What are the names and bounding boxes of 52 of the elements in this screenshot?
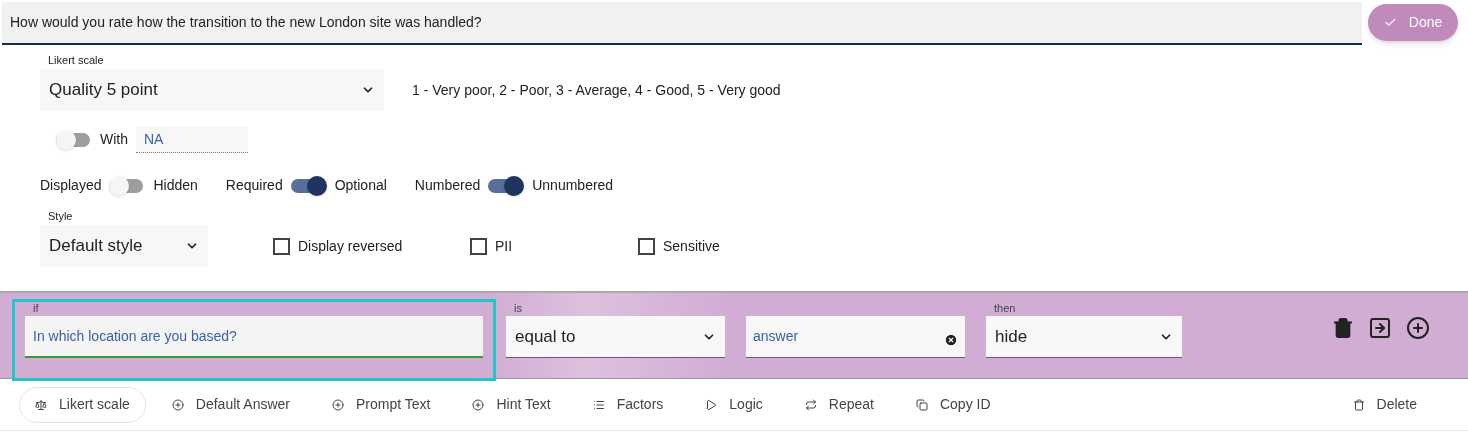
question-field[interactable]: How would you rate how the transition to the new London site was handled? <box>2 2 1362 45</box>
field-label: is <box>514 302 523 314</box>
toolbar-button[interactable]: Repeat <box>788 386 890 423</box>
toolbar-button[interactable]: Copy ID <box>899 386 1007 423</box>
clear-icon[interactable] <box>944 332 958 347</box>
add-icon[interactable] <box>1406 316 1430 340</box>
toolbar-button[interactable]: Logic <box>689 386 779 423</box>
checkbox[interactable] <box>273 237 290 255</box>
repeat-icon <box>804 398 817 411</box>
toolbar-button[interactable]: Hint Text <box>456 386 567 423</box>
action-select[interactable]: hide <box>986 316 1182 358</box>
field-label: then <box>994 302 1017 314</box>
plus-circle-icon <box>472 398 485 411</box>
plus-circle-icon <box>171 398 184 411</box>
na-input[interactable]: NA <box>136 126 248 153</box>
toggle-label: Displayed <box>40 176 102 195</box>
likert-select[interactable]: Quality 5 point <box>40 69 384 111</box>
checkbox-label: PII <box>495 236 513 256</box>
checkbox-label: Sensitive <box>663 236 720 256</box>
scale-icon <box>35 398 47 411</box>
plus-circle-icon <box>332 398 344 411</box>
toolbar-button[interactable]: Factors <box>576 386 680 423</box>
toggle-label: Hidden <box>153 176 198 195</box>
answer-input[interactable]: answer <box>746 316 965 358</box>
field-label: Style <box>48 210 74 223</box>
toggle-label: Numbered <box>414 176 481 195</box>
checkbox[interactable] <box>638 237 655 255</box>
check-icon <box>1383 16 1397 29</box>
operator-select[interactable]: equal to <box>506 316 725 358</box>
toggle-label: Required <box>225 176 283 195</box>
toggle-label: With <box>100 130 128 149</box>
copy-icon[interactable] <box>1368 316 1392 340</box>
style-select[interactable]: Default style <box>40 225 208 267</box>
checkbox[interactable] <box>470 237 487 255</box>
toggle-label: Optional <box>334 176 387 195</box>
condition-input[interactable]: In which location are you based? <box>25 316 483 358</box>
triangle-icon <box>705 398 718 411</box>
toolbar-button[interactable]: Default Answer <box>155 386 306 423</box>
checkbox-label: Display reversed <box>298 236 403 256</box>
copy-icon <box>915 398 928 411</box>
toolbar-button[interactable]: Prompt Text <box>316 386 447 423</box>
toggle-label: Unnumbered <box>532 176 614 195</box>
trash-icon <box>1352 398 1365 411</box>
scale-description: 1 - Very poor, 2 - Poor, 3 - Average, 4 - Good, 5 - Very good <box>412 80 781 100</box>
field-label: Likert scale <box>48 54 105 67</box>
trash-icon[interactable] <box>1332 317 1354 339</box>
toggle-switch[interactable] <box>56 129 92 150</box>
toggle-switch[interactable] <box>290 175 327 196</box>
toolbar-button[interactable]: Delete <box>1336 386 1433 423</box>
toggle-switch[interactable] <box>488 175 525 196</box>
field-label: if <box>33 302 40 314</box>
list-icon <box>592 398 605 411</box>
